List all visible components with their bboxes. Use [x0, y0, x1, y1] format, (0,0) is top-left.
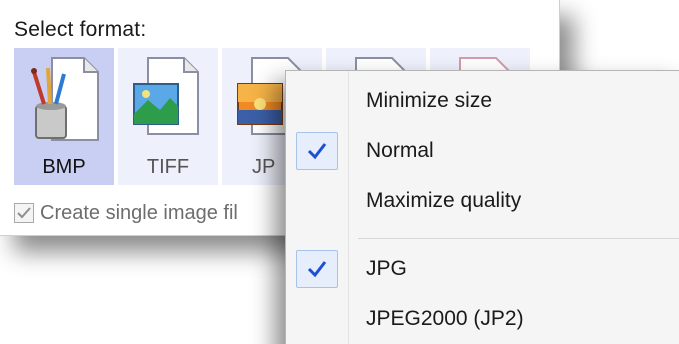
menu-item-label: JPG — [366, 257, 407, 280]
bmp-paint-icon — [31, 57, 99, 141]
checkmark-icon — [17, 207, 31, 219]
menu-item-label: Maximize quality — [366, 189, 522, 212]
single-image-checkbox-row[interactable]: Create single image fil — [14, 198, 238, 228]
menu-item-normal[interactable]: Normal — [286, 127, 679, 175]
checkmark-icon — [307, 143, 327, 160]
check-frame — [296, 250, 338, 288]
format-tile-bmp[interactable]: BMP — [14, 48, 114, 185]
menu-item-jpg[interactable]: JPG — [286, 245, 679, 293]
menu-item-label: Normal — [366, 139, 434, 162]
single-image-checkbox[interactable] — [14, 203, 34, 223]
format-options-menu: Minimize size Normal Maximize quality JP… — [285, 70, 679, 344]
menu-item-minimize-size[interactable]: Minimize size — [286, 77, 679, 125]
checkmark-icon — [307, 261, 327, 278]
format-label-bmp: BMP — [42, 156, 86, 178]
menu-item-maximize-quality[interactable]: Maximize quality — [286, 177, 679, 225]
tiff-landscape-icon — [133, 57, 199, 135]
menu-item-jpeg2000[interactable]: JPEG2000 (JP2) — [286, 295, 679, 343]
check-frame — [296, 132, 338, 170]
format-tile-tiff[interactable]: TIFF — [118, 48, 218, 185]
format-label-tiff: TIFF — [146, 156, 190, 178]
menu-item-label: JPEG2000 (JP2) — [366, 307, 524, 330]
menu-separator — [358, 238, 679, 239]
menu-item-label: Minimize size — [366, 89, 493, 112]
single-image-checkbox-label: Create single image fil — [40, 201, 238, 224]
select-format-title: Select format: — [14, 18, 147, 41]
